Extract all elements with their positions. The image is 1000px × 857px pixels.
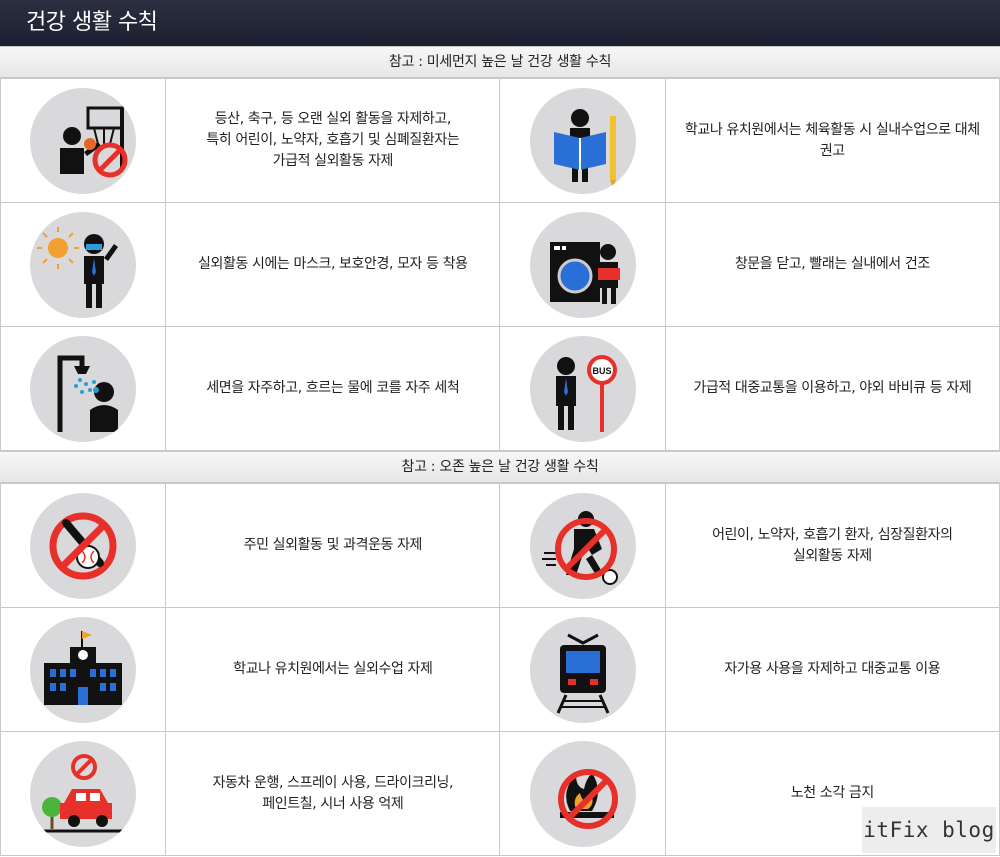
rule-text: 자가용 사용을 자제하고 대중교통 이용 — [664, 607, 1000, 732]
soccer-prohibited-icon — [529, 492, 636, 599]
rule-text: 자동차 운행, 스프레이 사용, 드라이크리닝, 페인트칠, 시너 사용 억제 — [165, 731, 501, 856]
bus-stop-icon: BUS — [529, 335, 636, 442]
school-building-icon — [30, 616, 137, 723]
rule-text: 주민 실외활동 및 과격운동 자제 — [165, 483, 501, 608]
masked-person-sun-icon — [30, 211, 137, 318]
table-row: 주민 실외활동 및 과격운동 자제 어린이, 노약자, 호흡기 환자, 심장질환… — [0, 483, 1000, 608]
car-prohibited-icon — [30, 740, 137, 847]
baseball-prohibited-icon — [30, 492, 137, 599]
ozone-rules-table: 주민 실외활동 및 과격운동 자제 어린이, 노약자, 호흡기 환자, 심장질환… — [0, 483, 1000, 856]
section-header-fine-dust: 참고 : 미세먼지 높은 날 건강 생활 수칙 — [0, 46, 1000, 78]
fire-prohibited-icon — [529, 740, 636, 847]
blog-watermark: itFix blog — [862, 807, 996, 853]
shower-icon — [30, 335, 137, 442]
page-title: 건강 생활 수칙 — [0, 0, 1000, 46]
rule-text: 어린이, 노약자, 호흡기 환자, 심장질환자의 실외활동 자제 — [664, 483, 1000, 608]
fine-dust-rules-table: 등산, 축구, 등 오랜 실외 활동을 자제하고, 특히 어린이, 노약자, 호… — [0, 78, 1000, 451]
table-row: 자동차 운행, 스프레이 사용, 드라이크리닝, 페인트칠, 시너 사용 억제 … — [0, 731, 1000, 856]
table-row: 등산, 축구, 등 오랜 실외 활동을 자제하고, 특히 어린이, 노약자, 호… — [0, 78, 1000, 203]
rule-text: 등산, 축구, 등 오랜 실외 활동을 자제하고, 특히 어린이, 노약자, 호… — [165, 78, 501, 203]
rule-text: 학교나 유치원에서는 실외수업 자제 — [165, 607, 501, 732]
rule-text: 창문을 닫고, 빨래는 실내에서 건조 — [664, 202, 1000, 327]
basketball-prohibited-icon — [30, 87, 137, 194]
table-row: 실외활동 시에는 마스크, 보호안경, 모자 등 착용 창문을 닫고, 빨래는 … — [0, 202, 1000, 327]
svg-text:BUS: BUS — [592, 366, 611, 376]
rule-text: 실외활동 시에는 마스크, 보호안경, 모자 등 착용 — [165, 202, 501, 327]
student-reading-icon — [529, 87, 636, 194]
section-header-ozone: 참고 : 오존 높은 날 건강 생활 수칙 — [0, 451, 1000, 483]
rule-text: 세면을 자주하고, 흐르는 물에 코를 자주 세척 — [165, 326, 501, 451]
rule-text: 학교나 유치원에서는 체육활동 시 실내수업으로 대체 권고 — [664, 78, 1000, 203]
table-row: 세면을 자주하고, 흐르는 물에 코를 자주 세척 BUS 가급적 대중교통을 … — [0, 326, 1000, 451]
washing-machine-icon — [529, 211, 636, 318]
table-row: 학교나 유치원에서는 실외수업 자제 자가용 사용을 자제하고 대중교통 이용 — [0, 607, 1000, 732]
train-icon — [529, 616, 636, 723]
rule-text: 가급적 대중교통을 이용하고, 야외 바비큐 등 자제 — [664, 326, 1000, 451]
